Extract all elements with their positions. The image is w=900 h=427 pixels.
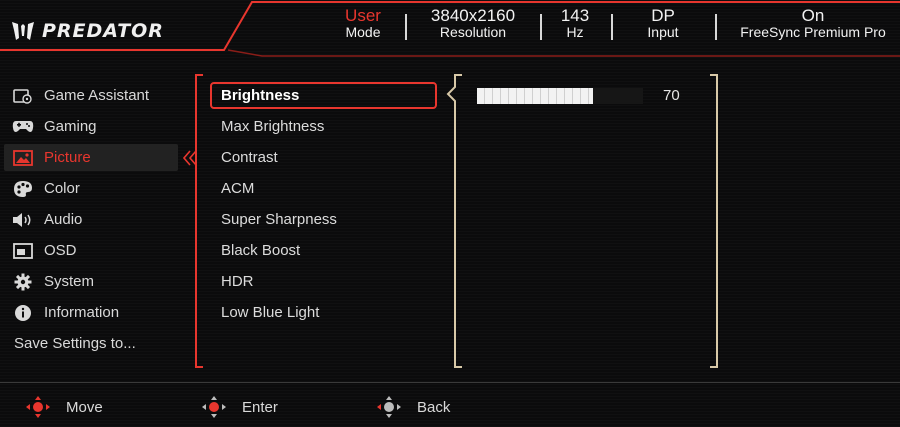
menu-item-label: Gaming (44, 118, 97, 135)
enter-label: Enter (242, 398, 278, 416)
menu-item-system[interactable]: System (4, 268, 178, 295)
submenu-item-max-brightness[interactable]: Max Brightness (210, 113, 437, 140)
game-assistant-icon (12, 87, 34, 105)
submenu-item-acm[interactable]: ACM (210, 175, 437, 202)
status-divider (611, 14, 613, 40)
menu-item-label: Audio (44, 211, 83, 228)
status-freesync: On FreeSync Premium Pro (728, 7, 898, 41)
menu-item-label: Information (44, 304, 120, 321)
footer-hint-enter: Enter (200, 395, 278, 419)
submenu-item-label: Black Boost (221, 242, 301, 259)
status-divider (405, 14, 407, 40)
gear-icon (12, 273, 34, 291)
input-value: DP (651, 6, 675, 25)
gamepad-icon (12, 118, 34, 136)
menu-item-osd[interactable]: OSD (4, 237, 178, 264)
submenu-item-black-boost[interactable]: Black Boost (210, 237, 437, 264)
refresh-value: 143 (560, 6, 590, 25)
mode-value: User (345, 6, 381, 25)
menu-item-label: Picture (44, 149, 91, 166)
submenu-item-label: HDR (221, 273, 254, 290)
status-mode: User Mode (340, 7, 386, 41)
predator-logo: PREDATOR (10, 20, 164, 42)
submenu-item-label: Super Sharpness (221, 211, 337, 228)
refresh-label: Hz (566, 24, 584, 40)
speaker-icon (12, 211, 34, 229)
input-label: Input (647, 24, 679, 40)
menu-item-picture[interactable]: Picture (4, 144, 178, 171)
status-divider (715, 14, 717, 40)
submenu-item-brightness[interactable]: Brightness (210, 82, 437, 109)
value-panel-right-bracket (710, 74, 718, 368)
menu-item-information[interactable]: Information (4, 299, 178, 326)
picture-icon (12, 149, 34, 167)
status-refresh: 143 Hz (552, 7, 598, 41)
menu-item-label: System (44, 273, 95, 290)
freesync-value: On (801, 6, 825, 25)
freesync-label: FreeSync Premium Pro (740, 24, 886, 40)
info-icon (12, 304, 34, 322)
menu-item-audio[interactable]: Audio (4, 206, 178, 233)
footer-hint-move: Move (24, 395, 103, 419)
footer-hint-back: Back (375, 395, 450, 419)
brightness-value: 70 (663, 87, 680, 104)
submenu-item-label: ACM (221, 180, 255, 197)
submenu-item-label: Max Brightness (221, 118, 325, 135)
submenu-bracket (195, 74, 203, 368)
menu-item-gaming[interactable]: Gaming (4, 113, 178, 140)
resolution-value: 3840x2160 (430, 6, 516, 25)
move-label: Move (66, 398, 103, 416)
menu-item-label: OSD (44, 242, 77, 259)
resolution-label: Resolution (439, 24, 507, 40)
header-bar: PREDATOR User Mode 3840x2160 Resolution … (0, 0, 900, 62)
mode-label: Mode (345, 24, 381, 40)
menu-item-save-settings[interactable]: Save Settings to... (4, 330, 178, 357)
footer-divider (0, 382, 900, 383)
status-resolution: 3840x2160 Resolution (418, 7, 528, 41)
predator-claw-icon (12, 22, 34, 40)
joystick-back-icon (377, 396, 401, 418)
osd-icon (12, 242, 34, 260)
menu-item-color[interactable]: Color (4, 175, 178, 202)
menu-item-label: Save Settings to... (14, 335, 136, 352)
brightness-slider-fill (477, 88, 594, 104)
status-divider (540, 14, 542, 40)
joystick-enter-icon (202, 396, 226, 418)
submenu-item-low-blue-light[interactable]: Low Blue Light (210, 299, 437, 326)
palette-icon (12, 180, 34, 198)
brightness-slider[interactable] (477, 88, 643, 104)
value-panel-left-bracket (446, 74, 462, 368)
menu-item-game-assistant[interactable]: Game Assistant (4, 82, 178, 109)
status-input: DP Input (640, 7, 686, 41)
back-label: Back (417, 398, 451, 416)
submenu-item-label: Brightness (221, 87, 300, 104)
menu-item-label: Game Assistant (44, 87, 150, 104)
brand-name: PREDATOR (42, 20, 164, 42)
submenu-item-hdr[interactable]: HDR (210, 268, 437, 295)
submenu-item-contrast[interactable]: Contrast (210, 144, 437, 171)
menu-item-label: Color (44, 180, 80, 197)
submenu-item-label: Contrast (221, 149, 278, 166)
joystick-move-icon (26, 396, 50, 418)
submenu-item-label: Low Blue Light (221, 304, 320, 321)
submenu-item-super-sharpness[interactable]: Super Sharpness (210, 206, 437, 233)
